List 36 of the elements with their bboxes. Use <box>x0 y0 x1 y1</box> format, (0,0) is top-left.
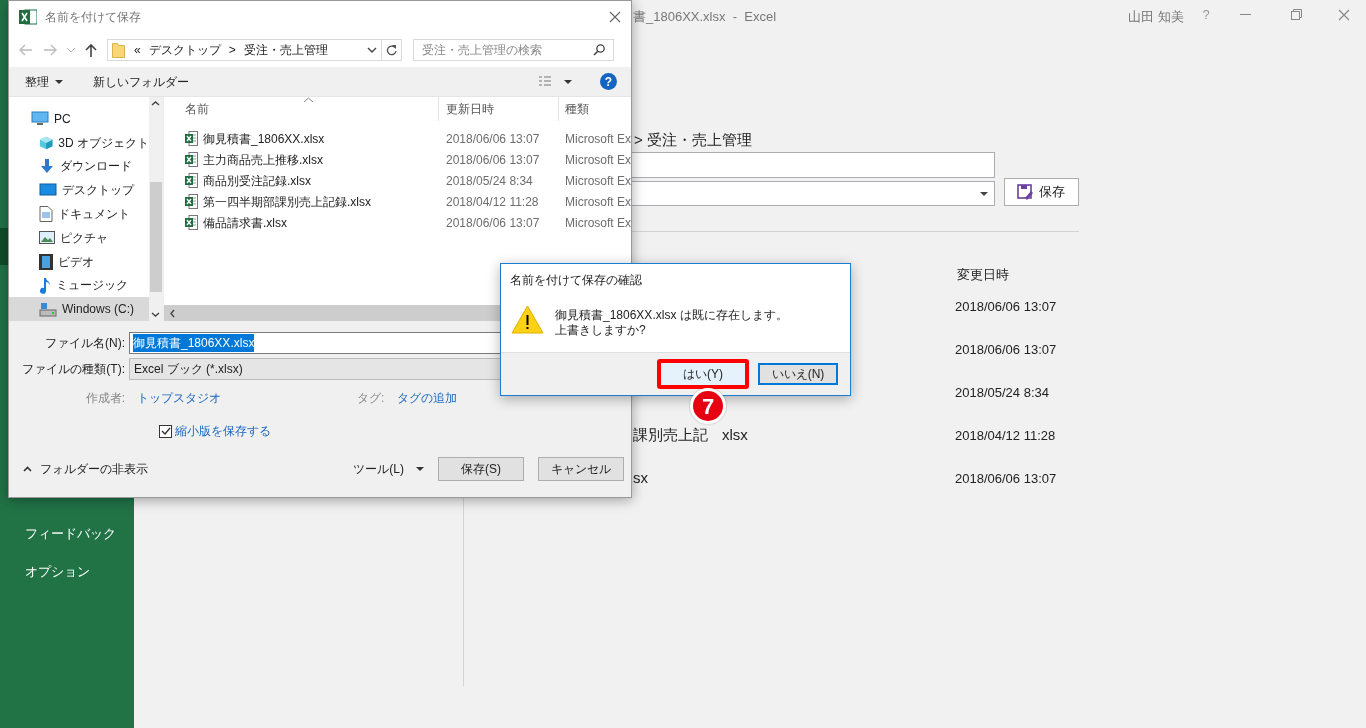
file-date: 2018/04/12 11:28 <box>445 193 540 211</box>
breadcrumb-separator: > <box>228 42 236 59</box>
file-date: 2018/05/24 8:34 <box>445 172 534 190</box>
column-header: 変更日時 <box>957 266 1009 284</box>
dialog-title: 名前を付けて保存の確認 <box>509 272 643 289</box>
file-type: Microsoft Ex <box>564 130 631 148</box>
file-name: 備品請求書.xlsx <box>203 214 287 232</box>
window-title: 書_1806XX.xlsx - Excel <box>633 8 777 26</box>
file-name: 御見積書_1806XX.xlsx <box>203 130 325 148</box>
user-name: 山田 知美 <box>1128 8 1184 26</box>
file-date: 2018/06/06 13:07 <box>955 470 1057 488</box>
folder-path: > 受注・売上管理 <box>634 130 752 150</box>
author-label: 作成者: <box>84 390 126 407</box>
file-date: 2018/05/24 8:34 <box>955 384 1049 402</box>
file-date: 2018/04/12 11:28 <box>955 427 1056 445</box>
file-name: 主力商品売上推移.xlsx <box>203 151 323 169</box>
step-number-badge: 7 <box>690 388 726 424</box>
file-type: Microsoft Ex <box>564 172 631 190</box>
dialog-title: 名前を付けて保存 <box>45 9 142 26</box>
selected-text: 御見積書_1806XX.xlsx <box>133 334 255 352</box>
file-name-end: xlsx <box>722 425 748 445</box>
file-date: 2018/06/06 13:07 <box>955 341 1057 359</box>
file-date: 2018/06/06 13:07 <box>445 151 541 169</box>
tag-label: タグ: <box>357 390 386 407</box>
file-name: 第一四半期部課別売上記録.xlsx <box>203 193 371 211</box>
file-name: sx <box>633 468 648 488</box>
field-label: ファイルの種類(T): <box>21 361 126 378</box>
file-date: 2018/06/06 13:07 <box>955 298 1057 316</box>
file-name: 商品別受注記録.xlsx <box>203 172 311 190</box>
file-date: 2018/06/06 13:07 <box>445 130 541 148</box>
field-label: ファイル名(N): <box>44 335 126 352</box>
file-type: Microsoft Ex <box>564 214 631 232</box>
file-name: 課別売上記 <box>633 425 708 445</box>
file-type: Microsoft Ex <box>564 151 631 169</box>
file-date: 2018/06/06 13:07 <box>445 214 541 232</box>
file-type: Microsoft Ex <box>564 193 631 211</box>
